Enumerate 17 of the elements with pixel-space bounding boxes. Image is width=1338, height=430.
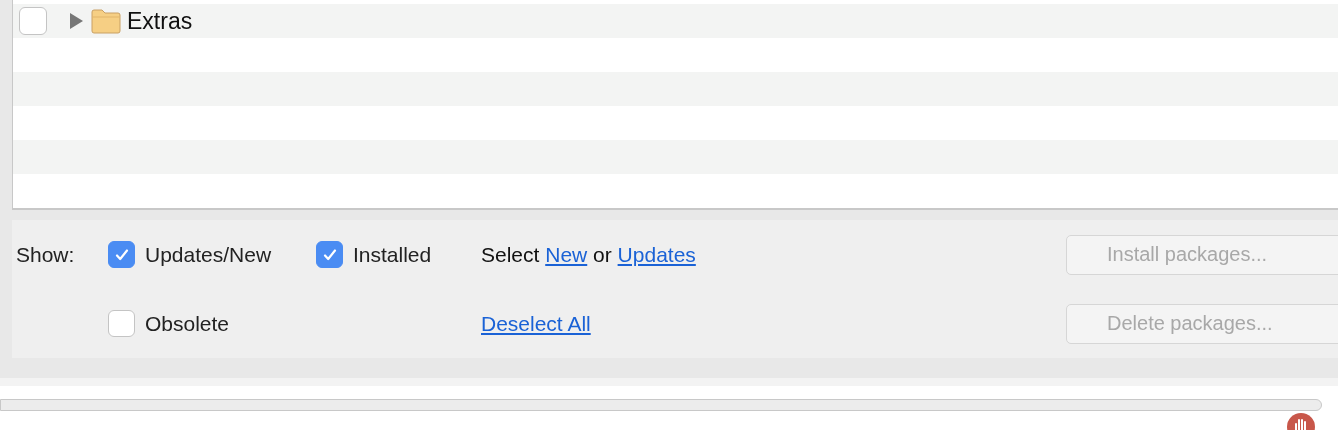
checkbox[interactable] (316, 241, 343, 268)
updates-link[interactable]: Updates (617, 242, 696, 266)
checkmark-icon (321, 246, 338, 263)
checkbox[interactable] (108, 241, 135, 268)
checkbox[interactable] (19, 7, 47, 35)
select-sentence: Select New or Updates (481, 242, 697, 267)
checkbox-label: Obsolete (145, 311, 230, 336)
checkmark-icon (113, 246, 130, 263)
show-label: Show: (16, 242, 76, 267)
folder-icon (91, 8, 121, 34)
caret-right-icon[interactable] (69, 13, 83, 29)
checkbox-label: Installed (353, 242, 432, 267)
checkbox[interactable] (108, 310, 135, 337)
tree-item-label[interactable]: Extras (127, 7, 193, 35)
deselect-all-link[interactable]: Deselect All (481, 311, 591, 335)
checkbox-label: Updates/New (145, 242, 272, 267)
new-link[interactable]: New (545, 242, 588, 266)
